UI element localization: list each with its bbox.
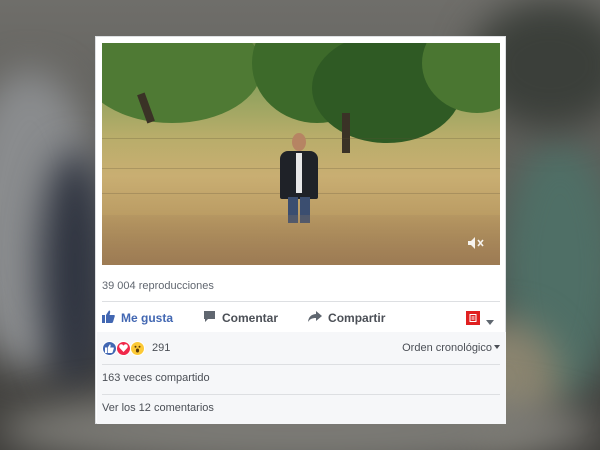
action-bar: Me gusta Comentar Compartir [102, 303, 500, 333]
divider [102, 394, 500, 395]
chevron-down-icon [486, 312, 494, 330]
view-count: 39 004 reproducciones [102, 280, 214, 292]
engagement-section: 291 Orden cronológico 163 veces comparti… [97, 332, 506, 424]
comment-bubble-icon [203, 310, 216, 326]
share-button[interactable]: Compartir [308, 310, 386, 326]
shares-count-link[interactable]: 163 veces compartido [102, 372, 210, 384]
comment-label: Comentar [222, 311, 279, 325]
video-post-card: 39 004 reproducciones Me gusta Comentar [95, 36, 506, 424]
divider [102, 301, 500, 302]
video-player[interactable] [102, 43, 500, 265]
order-dropdown[interactable]: Orden cronológico [402, 342, 500, 354]
love-icon [116, 340, 131, 356]
person-head [292, 133, 306, 151]
viewer-select-icon [466, 311, 480, 330]
share-arrow-icon [308, 310, 323, 326]
like-label: Me gusta [121, 311, 174, 325]
comment-button[interactable]: Comentar [203, 310, 278, 326]
viewer-select-dropdown[interactable] [466, 311, 494, 330]
divider [102, 364, 500, 365]
like-icon [102, 340, 117, 356]
like-button[interactable]: Me gusta [102, 310, 173, 326]
reactions-summary[interactable]: 291 [102, 335, 170, 361]
thumbs-up-icon [102, 310, 115, 326]
mute-icon[interactable] [466, 235, 486, 251]
view-comments-link[interactable]: Ver los 12 comentarios [102, 402, 214, 414]
caret-down-icon [494, 345, 500, 349]
share-label: Compartir [328, 311, 386, 325]
reaction-count: 291 [152, 342, 171, 354]
order-label: Orden cronológico [402, 342, 492, 354]
wow-icon [130, 340, 145, 356]
